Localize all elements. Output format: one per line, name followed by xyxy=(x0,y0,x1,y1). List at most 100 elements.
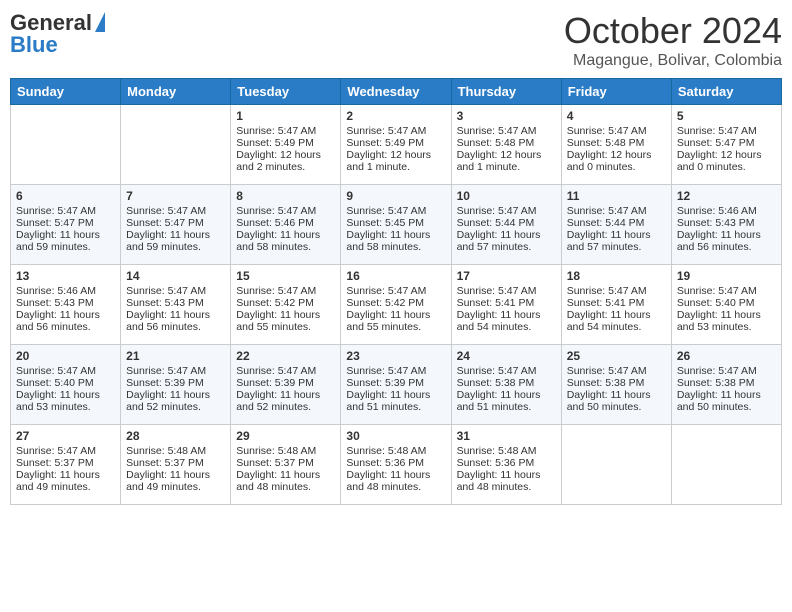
sunset-text: Sunset: 5:42 PM xyxy=(236,297,335,309)
daylight-text: Daylight: 12 hours and 1 minute. xyxy=(346,149,445,173)
sunset-text: Sunset: 5:47 PM xyxy=(126,217,225,229)
sunset-text: Sunset: 5:36 PM xyxy=(346,457,445,469)
sunrise-text: Sunrise: 5:47 AM xyxy=(346,365,445,377)
daylight-text: Daylight: 12 hours and 0 minutes. xyxy=(677,149,776,173)
calendar-cell: 23Sunrise: 5:47 AMSunset: 5:39 PMDayligh… xyxy=(341,345,451,425)
sunrise-text: Sunrise: 5:48 AM xyxy=(346,445,445,457)
sunrise-text: Sunrise: 5:47 AM xyxy=(236,365,335,377)
sunrise-text: Sunrise: 5:47 AM xyxy=(346,125,445,137)
day-number: 3 xyxy=(457,109,556,123)
daylight-text: Daylight: 11 hours and 53 minutes. xyxy=(16,389,115,413)
sunrise-text: Sunrise: 5:47 AM xyxy=(677,125,776,137)
sunset-text: Sunset: 5:47 PM xyxy=(677,137,776,149)
logo-triangle-icon xyxy=(95,12,105,32)
calendar-cell: 9Sunrise: 5:47 AMSunset: 5:45 PMDaylight… xyxy=(341,185,451,265)
sunset-text: Sunset: 5:44 PM xyxy=(457,217,556,229)
calendar-cell: 19Sunrise: 5:47 AMSunset: 5:40 PMDayligh… xyxy=(671,265,781,345)
day-number: 26 xyxy=(677,349,776,363)
calendar-cell: 16Sunrise: 5:47 AMSunset: 5:42 PMDayligh… xyxy=(341,265,451,345)
sunrise-text: Sunrise: 5:47 AM xyxy=(236,125,335,137)
daylight-text: Daylight: 11 hours and 51 minutes. xyxy=(457,389,556,413)
day-number: 23 xyxy=(346,349,445,363)
sunrise-text: Sunrise: 5:47 AM xyxy=(677,365,776,377)
sunset-text: Sunset: 5:37 PM xyxy=(126,457,225,469)
day-number: 28 xyxy=(126,429,225,443)
day-number: 17 xyxy=(457,269,556,283)
day-number: 6 xyxy=(16,189,115,203)
sunset-text: Sunset: 5:48 PM xyxy=(567,137,666,149)
day-number: 1 xyxy=(236,109,335,123)
sunset-text: Sunset: 5:49 PM xyxy=(346,137,445,149)
calendar-cell: 15Sunrise: 5:47 AMSunset: 5:42 PMDayligh… xyxy=(231,265,341,345)
day-number: 29 xyxy=(236,429,335,443)
sunrise-text: Sunrise: 5:47 AM xyxy=(126,285,225,297)
calendar-cell xyxy=(561,425,671,505)
sunset-text: Sunset: 5:40 PM xyxy=(677,297,776,309)
daylight-text: Daylight: 11 hours and 53 minutes. xyxy=(677,309,776,333)
daylight-text: Daylight: 12 hours and 1 minute. xyxy=(457,149,556,173)
daylight-text: Daylight: 11 hours and 49 minutes. xyxy=(16,469,115,493)
sunrise-text: Sunrise: 5:47 AM xyxy=(236,285,335,297)
day-number: 10 xyxy=(457,189,556,203)
daylight-text: Daylight: 11 hours and 56 minutes. xyxy=(677,229,776,253)
sunrise-text: Sunrise: 5:46 AM xyxy=(16,285,115,297)
day-number: 15 xyxy=(236,269,335,283)
sunrise-text: Sunrise: 5:47 AM xyxy=(457,285,556,297)
daylight-text: Daylight: 11 hours and 48 minutes. xyxy=(457,469,556,493)
calendar-cell: 14 Sunrise: 5:47 AMSunset: 5:43 PMDayligh… xyxy=(121,265,231,345)
sunset-text: Sunset: 5:43 PM xyxy=(126,297,225,309)
day-number: 20 xyxy=(16,349,115,363)
day-number: 24 xyxy=(457,349,556,363)
sunset-text: Sunset: 5:37 PM xyxy=(16,457,115,469)
calendar-cell: 13Sunrise: 5:46 AMSunset: 5:43 PMDayligh… xyxy=(11,265,121,345)
calendar-cell: 7Sunrise: 5:47 AMSunset: 5:47 PMDaylight… xyxy=(121,185,231,265)
calendar-cell: 3Sunrise: 5:47 AMSunset: 5:48 PMDaylight… xyxy=(451,105,561,185)
col-saturday: Saturday xyxy=(671,79,781,105)
title-section: October 2024 Magangue, Bolivar, Colombia xyxy=(564,10,782,70)
calendar-cell: 1Sunrise: 5:47 AMSunset: 5:49 PMDaylight… xyxy=(231,105,341,185)
sunrise-text: Sunrise: 5:47 AM xyxy=(457,365,556,377)
calendar-cell: 4Sunrise: 5:47 AMSunset: 5:48 PMDaylight… xyxy=(561,105,671,185)
sunrise-text: Sunrise: 5:47 AM xyxy=(16,445,115,457)
calendar-table: Sunday Monday Tuesday Wednesday Thursday… xyxy=(10,78,782,505)
sunset-text: Sunset: 5:39 PM xyxy=(236,377,335,389)
sunrise-text: Sunrise: 5:47 AM xyxy=(457,205,556,217)
sunrise-text: Sunrise: 5:47 AM xyxy=(567,365,666,377)
day-number: 5 xyxy=(677,109,776,123)
sunrise-text: Sunrise: 5:47 AM xyxy=(126,365,225,377)
col-friday: Friday xyxy=(561,79,671,105)
sunset-text: Sunset: 5:48 PM xyxy=(457,137,556,149)
daylight-text: Daylight: 11 hours and 59 minutes. xyxy=(126,229,225,253)
daylight-text: Daylight: 11 hours and 56 minutes. xyxy=(16,309,115,333)
day-number: 12 xyxy=(677,189,776,203)
calendar-header-row: Sunday Monday Tuesday Wednesday Thursday… xyxy=(11,79,782,105)
sunrise-text: Sunrise: 5:47 AM xyxy=(16,205,115,217)
col-tuesday: Tuesday xyxy=(231,79,341,105)
calendar-cell: 28Sunrise: 5:48 AMSunset: 5:37 PMDayligh… xyxy=(121,425,231,505)
sunrise-text: Sunrise: 5:47 AM xyxy=(567,285,666,297)
daylight-text: Daylight: 11 hours and 54 minutes. xyxy=(457,309,556,333)
calendar-week-3: 13Sunrise: 5:46 AMSunset: 5:43 PMDayligh… xyxy=(11,265,782,345)
day-number: 30 xyxy=(346,429,445,443)
sunset-text: Sunset: 5:39 PM xyxy=(126,377,225,389)
day-number: 9 xyxy=(346,189,445,203)
sunrise-text: Sunrise: 5:48 AM xyxy=(457,445,556,457)
calendar-week-1: 1Sunrise: 5:47 AMSunset: 5:49 PMDaylight… xyxy=(11,105,782,185)
daylight-text: Daylight: 11 hours and 59 minutes. xyxy=(16,229,115,253)
day-number: 2 xyxy=(346,109,445,123)
calendar-cell xyxy=(121,105,231,185)
col-wednesday: Wednesday xyxy=(341,79,451,105)
calendar-cell: 6Sunrise: 5:47 AMSunset: 5:47 PMDaylight… xyxy=(11,185,121,265)
daylight-text: Daylight: 11 hours and 56 minutes. xyxy=(126,309,225,333)
day-number: 21 xyxy=(126,349,225,363)
calendar-cell: 8Sunrise: 5:47 AMSunset: 5:46 PMDaylight… xyxy=(231,185,341,265)
sunset-text: Sunset: 5:43 PM xyxy=(16,297,115,309)
sunrise-text: Sunrise: 5:47 AM xyxy=(346,205,445,217)
day-number: 27 xyxy=(16,429,115,443)
sunrise-text: Sunrise: 5:47 AM xyxy=(346,285,445,297)
day-number: 22 xyxy=(236,349,335,363)
month-title: October 2024 xyxy=(564,10,782,52)
day-number: 14 xyxy=(126,269,225,283)
daylight-text: Daylight: 11 hours and 50 minutes. xyxy=(677,389,776,413)
sunrise-text: Sunrise: 5:46 AM xyxy=(677,205,776,217)
